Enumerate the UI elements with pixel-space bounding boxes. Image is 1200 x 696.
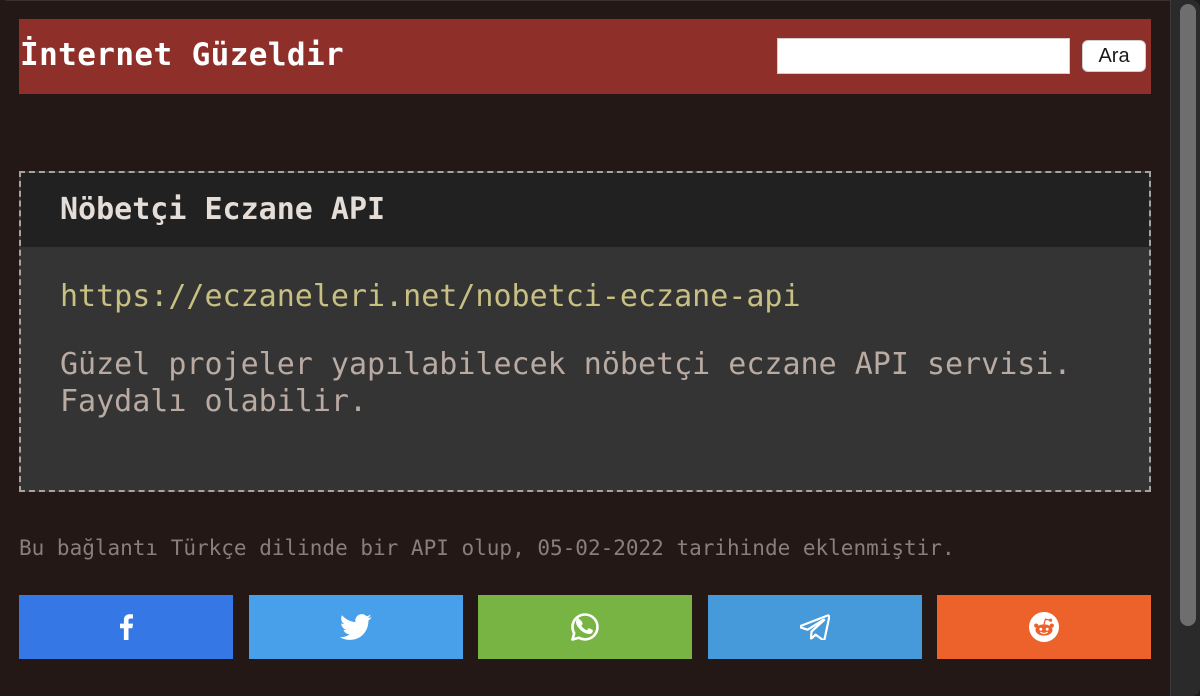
card-header: Nöbetçi Eczane API bbox=[21, 173, 1149, 247]
window-top-edge bbox=[0, 0, 1200, 1]
share-whatsapp-button[interactable] bbox=[478, 595, 692, 659]
entry-meta-text: Bu bağlantı Türkçe dilinde bir API olup,… bbox=[19, 536, 955, 560]
search-input[interactable] bbox=[777, 38, 1070, 74]
entry-description: Güzel projeler yapılabilecek nöbetçi ecz… bbox=[60, 347, 1072, 419]
facebook-icon bbox=[120, 614, 133, 640]
api-entry-card: Nöbetçi Eczane API https://eczaneleri.ne… bbox=[19, 171, 1151, 492]
share-twitter-button[interactable] bbox=[249, 595, 463, 659]
page: İnternet Güzeldir Ara Nöbetçi Eczane API… bbox=[0, 0, 1200, 696]
share-telegram-button[interactable] bbox=[708, 595, 922, 659]
reddit-icon bbox=[1029, 612, 1059, 642]
site-header: İnternet Güzeldir Ara bbox=[19, 19, 1151, 94]
twitter-icon bbox=[340, 614, 372, 640]
entry-title: Nöbetçi Eczane API bbox=[60, 192, 386, 227]
telegram-icon bbox=[800, 614, 830, 640]
share-facebook-button[interactable] bbox=[19, 595, 233, 659]
scrollbar-thumb[interactable] bbox=[1180, 4, 1196, 626]
whatsapp-icon bbox=[571, 613, 599, 641]
entry-url-link[interactable]: https://eczaneleri.net/nobetci-eczane-ap… bbox=[60, 279, 801, 315]
site-title-link[interactable]: İnternet Güzeldir bbox=[20, 37, 344, 73]
search-button[interactable]: Ara bbox=[1082, 40, 1146, 72]
share-reddit-button[interactable] bbox=[937, 595, 1151, 659]
